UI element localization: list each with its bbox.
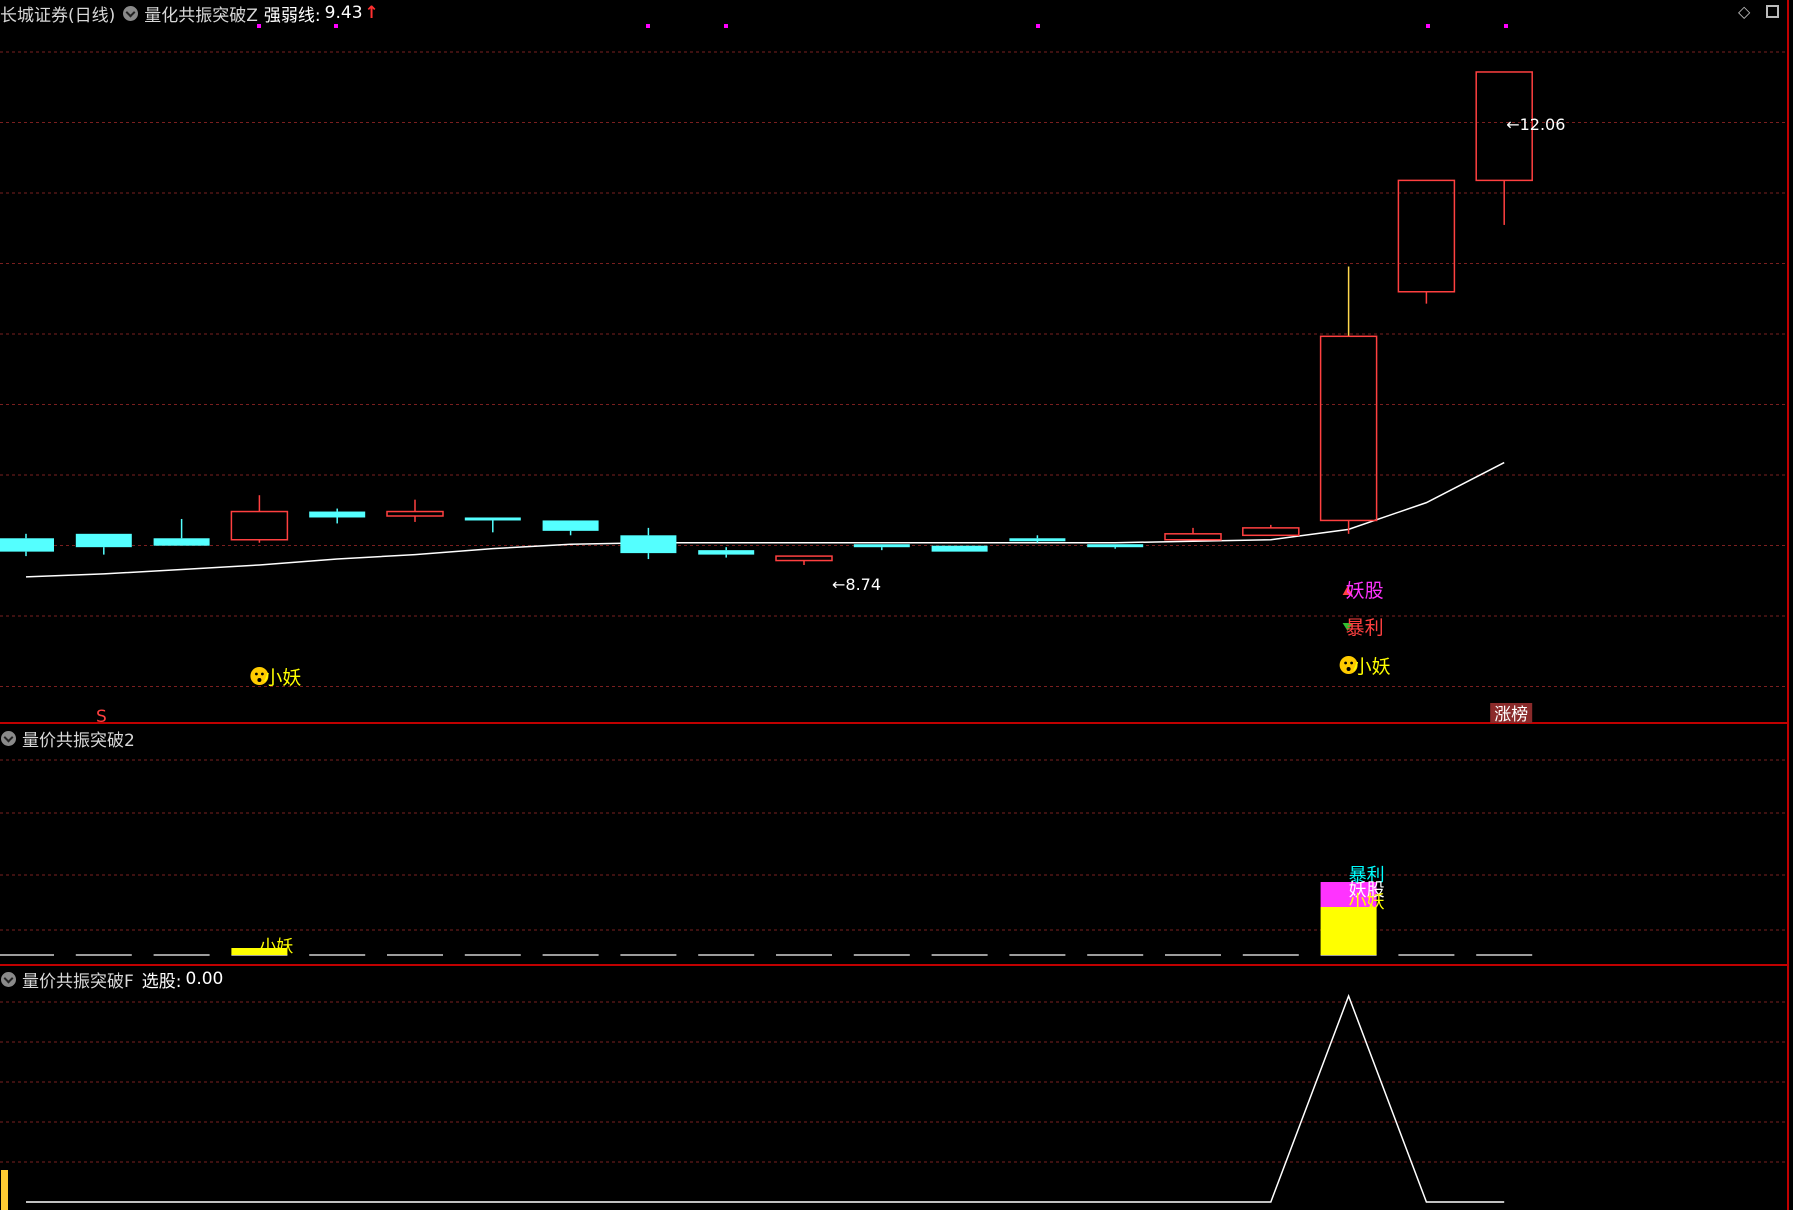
candle-body xyxy=(153,538,210,546)
candle xyxy=(698,547,755,558)
candle-body xyxy=(1164,533,1222,541)
strength-line-label: 强弱线: xyxy=(263,5,321,26)
face-eye xyxy=(255,672,258,676)
candle xyxy=(1164,527,1222,541)
strength-line xyxy=(25,461,1505,578)
candle xyxy=(1475,71,1533,225)
strength-line-value: 9.43 xyxy=(324,3,363,23)
xuangu-line xyxy=(26,993,1505,1203)
candle-body xyxy=(230,510,289,541)
candle xyxy=(0,533,54,557)
candle-body xyxy=(1242,527,1300,537)
panel2-title[interactable]: 量价共振突破2 xyxy=(22,726,135,751)
candle xyxy=(153,518,210,546)
signal-baoli: 暴利 xyxy=(1346,617,1384,639)
panel2-header: 量价共振突破2 xyxy=(0,726,135,751)
candle xyxy=(542,520,599,536)
top-marker xyxy=(646,24,650,28)
candle-body xyxy=(698,550,755,555)
top-marker xyxy=(1426,24,1430,28)
candle xyxy=(1319,266,1378,534)
candle-body xyxy=(75,533,132,548)
signal-zhangting: 涨榜 xyxy=(1494,705,1528,725)
signal-s: S xyxy=(96,707,107,727)
signal-xiaoyao: 小妖 xyxy=(1353,656,1391,678)
signal-yaogu: 妖股 xyxy=(1346,580,1384,602)
face-mouth xyxy=(1346,667,1351,671)
candle xyxy=(1242,524,1300,537)
panel2-label-xiaoyao-left: 小妖 xyxy=(259,937,293,957)
candle-body xyxy=(775,555,833,562)
candle-body xyxy=(853,544,910,548)
top-marker xyxy=(1504,24,1508,28)
indicator-menu-icon[interactable] xyxy=(1,730,16,746)
candle-body xyxy=(386,510,444,517)
signal-bar-xiaoyao xyxy=(1320,907,1377,955)
panel3-header: 量价共振突破F 选股: 0.00 xyxy=(0,967,224,992)
top-marker xyxy=(724,24,728,28)
signal-xiaoyao-left: 小妖 xyxy=(263,667,301,689)
kline-chart[interactable]: ←12.06←8.74 妖股暴利小妖小妖S 涨榜小妖暴利妖股小妖 xyxy=(0,0,1793,1210)
candle xyxy=(1397,179,1456,304)
candle-body xyxy=(1087,544,1144,548)
scroll-handle xyxy=(1,1170,8,1210)
candle xyxy=(75,533,132,555)
candle-body xyxy=(464,517,521,521)
panel1-header: 长城证券(日线) 量化共振突破Z 强弱线: 9.43 ↑ xyxy=(0,1,379,26)
panel2-label-xiaoyao: 小妖 xyxy=(1349,892,1385,913)
stock-title[interactable]: 长城证券(日线) xyxy=(0,1,115,26)
candle xyxy=(386,499,444,522)
candle xyxy=(1009,535,1066,543)
candle xyxy=(620,527,677,560)
candle xyxy=(1087,544,1144,549)
indicator-menu-icon[interactable] xyxy=(123,5,139,21)
indicator-title[interactable]: 量化共振突破Z xyxy=(144,1,258,26)
candle-body xyxy=(1319,335,1378,522)
candle-body xyxy=(542,520,599,531)
candle xyxy=(853,544,910,551)
candle xyxy=(309,508,366,524)
candle-body xyxy=(931,545,988,552)
candle-body xyxy=(309,511,366,518)
candle xyxy=(775,555,833,565)
candle-body xyxy=(0,538,54,552)
high-price-label: ←12.06 xyxy=(1506,115,1565,134)
top-marker xyxy=(1036,24,1040,28)
face-eye xyxy=(1344,661,1347,665)
panel3-title[interactable]: 量价共振突破F xyxy=(22,967,134,992)
candle xyxy=(464,517,521,533)
low-price-label: ←8.74 xyxy=(832,575,881,594)
candle xyxy=(931,545,988,552)
xuangu-value: 0.00 xyxy=(185,969,224,989)
arrow-up-icon: ↑ xyxy=(364,3,379,23)
candle-body xyxy=(1009,538,1066,542)
face-mouth xyxy=(257,678,262,682)
xuangu-label: 选股: xyxy=(141,971,182,992)
diamond-icon[interactable]: ◇ xyxy=(1738,2,1750,21)
indicator-menu-icon[interactable] xyxy=(1,971,16,987)
candle xyxy=(230,495,289,543)
candle-body xyxy=(620,535,677,554)
window-restore-icon[interactable] xyxy=(1766,5,1779,18)
candle-body xyxy=(1397,179,1456,293)
